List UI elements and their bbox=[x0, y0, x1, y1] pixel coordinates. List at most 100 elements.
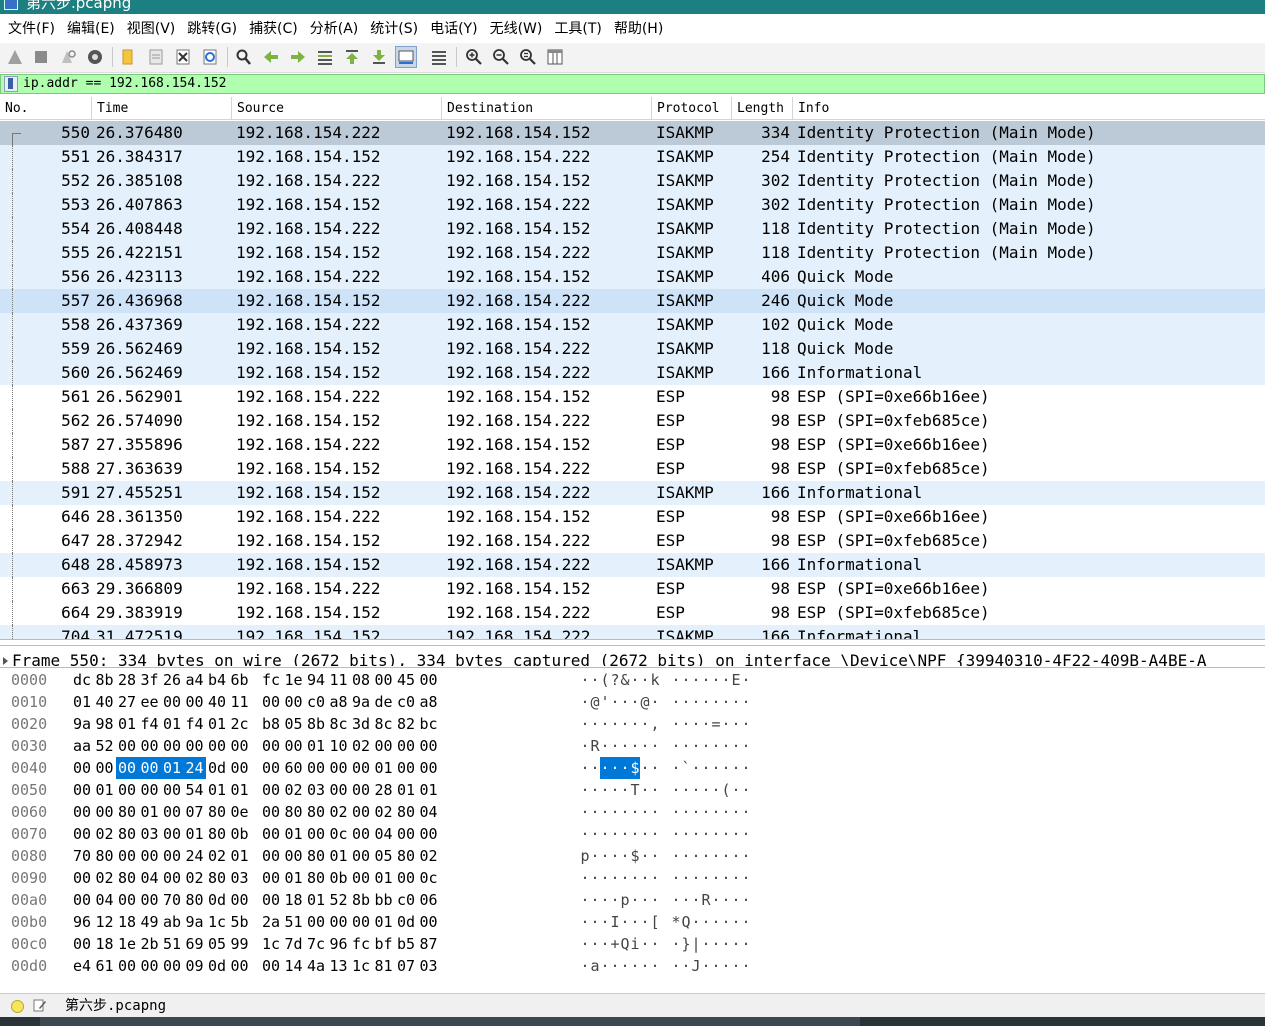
ascii-char[interactable]: · bbox=[600, 823, 610, 845]
hex-byte[interactable]: 00 bbox=[418, 757, 440, 779]
hex-byte[interactable]: 8b bbox=[305, 713, 327, 735]
ascii-char[interactable]: · bbox=[731, 757, 741, 779]
hex-byte[interactable]: 00 bbox=[373, 735, 395, 757]
ascii-char[interactable]: · bbox=[650, 867, 660, 889]
ascii-char[interactable]: · bbox=[741, 713, 751, 735]
hex-byte[interactable]: 80 bbox=[206, 801, 228, 823]
hex-byte[interactable]: 2c bbox=[229, 713, 251, 735]
hex-byte[interactable]: b5 bbox=[395, 933, 417, 955]
hex-byte[interactable]: 05 bbox=[373, 845, 395, 867]
menu-help[interactable]: 帮助(H) bbox=[608, 16, 669, 42]
ascii-char[interactable]: · bbox=[741, 757, 751, 779]
menu-go[interactable]: 跳转(G) bbox=[181, 16, 243, 42]
hex-byte[interactable]: 00 bbox=[71, 757, 93, 779]
ascii-char[interactable]: · bbox=[731, 801, 741, 823]
hex-byte[interactable]: 24 bbox=[183, 757, 206, 779]
resize-columns-icon[interactable] bbox=[544, 46, 566, 68]
ascii-char[interactable]: · bbox=[620, 757, 630, 779]
hex-byte[interactable]: 01 bbox=[184, 823, 206, 845]
menu-wireless[interactable]: 无线(W) bbox=[484, 16, 549, 42]
hex-byte[interactable]: 03 bbox=[139, 823, 161, 845]
hex-dump-row[interactable]: 00d0 e4 61 00 00 00 09 0d 00 00 14 4a 13 1c 81 07 03 · a · ·… bbox=[0, 955, 1265, 977]
ascii-char[interactable]: · bbox=[701, 779, 711, 801]
ascii-char[interactable]: I bbox=[610, 911, 620, 933]
ascii-char[interactable]: · bbox=[610, 735, 620, 757]
hex-byte[interactable]: 00 bbox=[260, 955, 282, 977]
hex-byte[interactable]: 51 bbox=[161, 933, 183, 955]
ascii-char[interactable]: · bbox=[721, 867, 731, 889]
hex-byte[interactable]: bb bbox=[373, 889, 395, 911]
ascii-char[interactable]: R bbox=[701, 889, 711, 911]
ascii-char[interactable]: · bbox=[741, 669, 751, 691]
ascii-char[interactable]: · bbox=[681, 867, 691, 889]
hex-byte[interactable]: 18 bbox=[94, 933, 116, 955]
hex-byte[interactable]: 00 bbox=[350, 757, 372, 779]
hex-byte[interactable]: 00 bbox=[260, 801, 282, 823]
hex-dump-row[interactable]: 0000 dc 8b 28 3f 26 a4 b4 6b fc 1e 94 11 08 00 45 00 · ·(?… bbox=[0, 669, 1265, 691]
hex-byte[interactable]: 00 bbox=[328, 757, 350, 779]
hex-byte[interactable]: 00 bbox=[71, 867, 93, 889]
ascii-char[interactable]: · bbox=[711, 779, 721, 801]
hex-dump-row[interactable]: 0050 00 01 00 00 00 54 01 01 00 02 03 00 00 28 01 01 · · · ·… bbox=[0, 779, 1265, 801]
ascii-char[interactable]: · bbox=[610, 889, 620, 911]
ascii-char[interactable]: · bbox=[610, 845, 620, 867]
ascii-char[interactable]: · bbox=[681, 691, 691, 713]
ascii-char[interactable]: · bbox=[590, 933, 600, 955]
ascii-char[interactable]: ? bbox=[610, 669, 620, 691]
hex-byte[interactable]: f4 bbox=[184, 713, 206, 735]
ascii-char[interactable]: · bbox=[580, 713, 590, 735]
ascii-char[interactable]: · bbox=[741, 801, 751, 823]
hex-byte[interactable]: 00 bbox=[71, 823, 93, 845]
hex-byte[interactable]: 87 bbox=[418, 933, 440, 955]
menu-view[interactable]: 视图(V) bbox=[121, 16, 182, 42]
hex-byte[interactable]: 80 bbox=[94, 845, 116, 867]
ascii-char[interactable]: · bbox=[590, 823, 600, 845]
hex-byte[interactable]: 02 bbox=[94, 867, 116, 889]
hex-byte[interactable]: 04 bbox=[418, 801, 440, 823]
hex-byte[interactable]: 00 bbox=[395, 757, 417, 779]
hex-byte[interactable]: 00 bbox=[94, 757, 116, 779]
ascii-char[interactable]: · bbox=[600, 779, 610, 801]
ascii-char[interactable]: · bbox=[701, 933, 711, 955]
ascii-char[interactable]: · bbox=[610, 779, 620, 801]
packet-row[interactable]: 560 26.562469 192.168.154.152 192.168.154.2… bbox=[0, 361, 1265, 385]
hex-dump-row[interactable]: 0060 00 00 80 01 00 07 80 0e 00 80 80 02 00 02 80 04 · · · ·… bbox=[0, 801, 1265, 823]
hex-byte[interactable]: 7c bbox=[305, 933, 327, 955]
ascii-char[interactable]: · bbox=[741, 867, 751, 889]
ascii-char[interactable]: · bbox=[721, 889, 731, 911]
ascii-char[interactable]: · bbox=[580, 669, 590, 691]
hex-byte[interactable]: 01 bbox=[161, 757, 190, 779]
last-packet-icon[interactable] bbox=[368, 46, 390, 68]
ascii-char[interactable]: · bbox=[590, 911, 600, 933]
ascii-char[interactable]: · bbox=[701, 691, 711, 713]
ascii-char[interactable]: · bbox=[610, 757, 620, 779]
reload-file-icon[interactable] bbox=[199, 46, 221, 68]
hex-byte[interactable]: 00 bbox=[350, 801, 372, 823]
ascii-char[interactable]: · bbox=[671, 801, 681, 823]
hex-dump-row[interactable]: 0030 aa 52 00 00 00 00 00 00 00 00 01 10 02 00 00 00 · R · ·… bbox=[0, 735, 1265, 757]
ascii-char[interactable]: · bbox=[731, 933, 741, 955]
hex-byte[interactable]: 06 bbox=[418, 889, 440, 911]
packet-row[interactable]: 557 26.436968 192.168.154.152 192.168.154.2… bbox=[0, 289, 1265, 313]
ascii-char[interactable]: · bbox=[741, 911, 751, 933]
hex-byte[interactable]: 01 bbox=[373, 757, 395, 779]
ascii-char[interactable]: · bbox=[620, 713, 630, 735]
ascii-char[interactable]: · bbox=[711, 889, 721, 911]
ascii-char[interactable]: ( bbox=[721, 779, 731, 801]
go-back-arrow-icon[interactable] bbox=[260, 46, 282, 68]
hex-byte[interactable]: 01 bbox=[229, 779, 251, 801]
ascii-char[interactable]: · bbox=[721, 823, 731, 845]
ascii-char[interactable]: · bbox=[681, 823, 691, 845]
ascii-char[interactable]: E bbox=[731, 669, 741, 691]
ascii-char[interactable]: · bbox=[701, 757, 711, 779]
ascii-char[interactable]: ` bbox=[681, 757, 691, 779]
col-header-destination[interactable]: Destination bbox=[442, 97, 652, 120]
hex-byte[interactable]: 1e bbox=[116, 933, 138, 955]
ascii-char[interactable]: · bbox=[701, 911, 711, 933]
hex-byte[interactable]: fc bbox=[350, 933, 372, 955]
hex-byte[interactable]: 18 bbox=[116, 911, 138, 933]
ascii-char[interactable]: · bbox=[650, 889, 660, 911]
ascii-char[interactable]: · bbox=[691, 669, 701, 691]
hex-byte[interactable]: 8c bbox=[373, 713, 395, 735]
hex-byte[interactable]: 00 bbox=[161, 801, 183, 823]
